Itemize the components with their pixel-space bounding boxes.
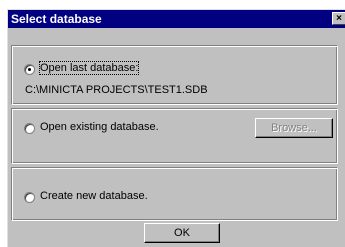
create-new-label[interactable]: Create new database. — [40, 190, 148, 202]
ok-button[interactable]: OK — [144, 223, 220, 243]
create-new-group: Create new database. — [11, 167, 338, 221]
dialog-title: Select database — [11, 12, 102, 26]
open-existing-radio[interactable] — [24, 123, 35, 134]
close-button[interactable]: × — [332, 12, 345, 25]
title-bar[interactable]: Select database × — [8, 10, 345, 28]
open-last-group: Open last database: C:\MINICTA PROJECTS\… — [11, 45, 338, 105]
browse-button[interactable]: Browse... — [255, 118, 333, 138]
open-last-radio[interactable] — [24, 64, 35, 75]
open-existing-label[interactable]: Open existing database. — [40, 121, 159, 133]
create-new-radio[interactable] — [24, 192, 35, 203]
last-database-path: C:\MINICTA PROJECTS\TEST1.SDB — [25, 84, 208, 96]
open-existing-group: Open existing database. Browse... — [11, 108, 338, 164]
select-database-dialog: Select database × Open last database: C:… — [7, 9, 345, 247]
open-last-label[interactable]: Open last database: — [38, 61, 140, 75]
